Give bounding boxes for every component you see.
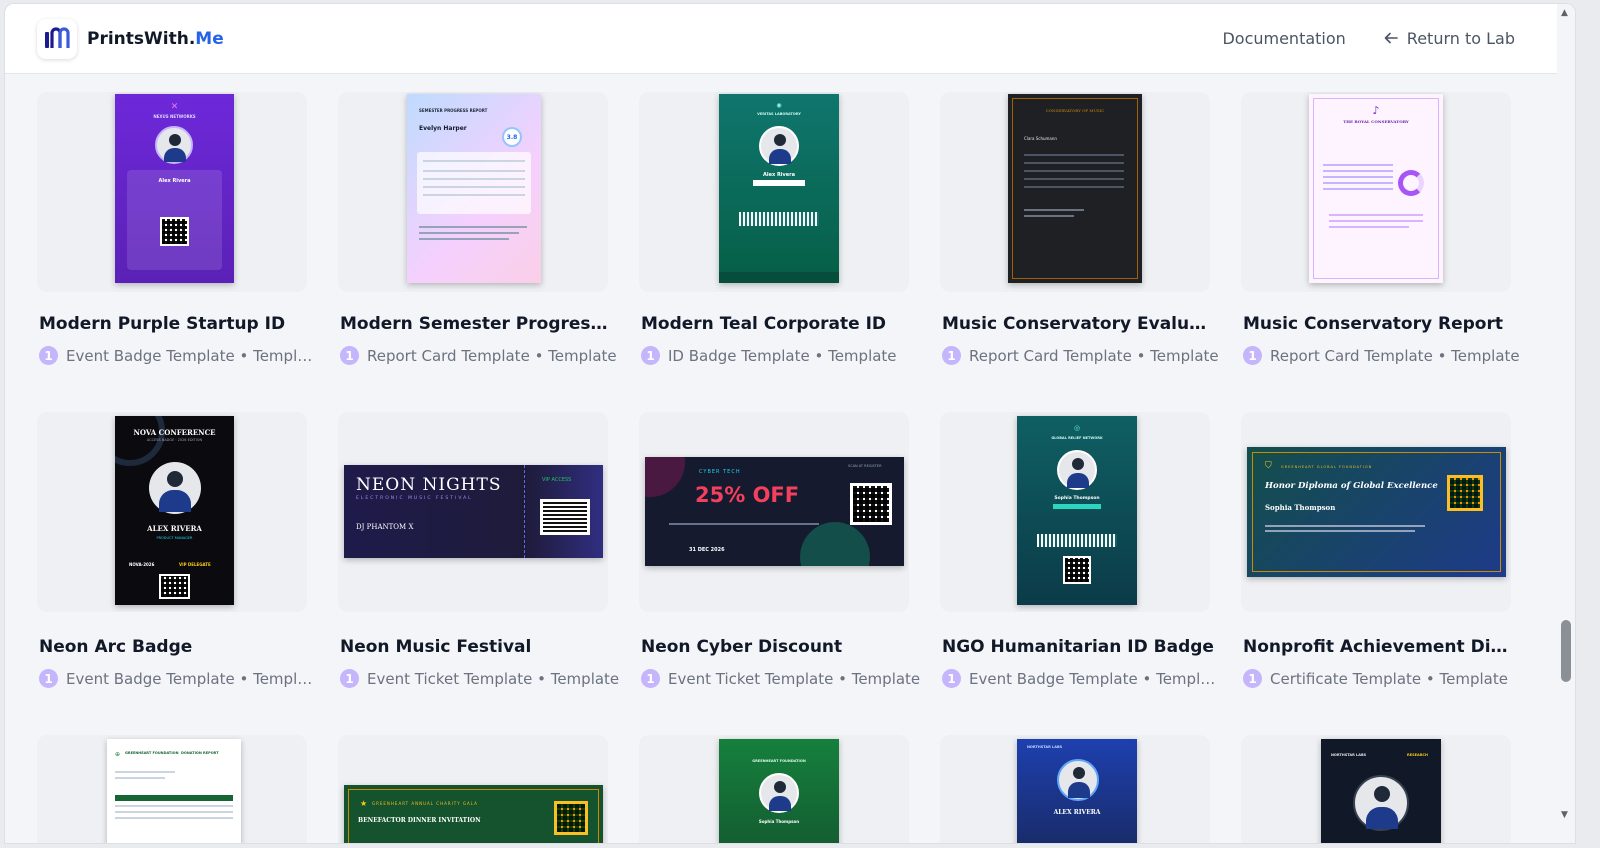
template-preview[interactable]: ◎ GLOBAL RELIEF NETWORK Sophia Thompson (940, 412, 1210, 612)
template-title[interactable]: Nonprofit Achievement Diplo... (1243, 637, 1518, 657)
qr-code-icon (1063, 556, 1091, 584)
nonprofit-diploma-preview: ⛉ GREENHEART GLOBAL FOUNDATION Honor Dip… (1247, 447, 1506, 577)
qr-code-icon (1447, 475, 1483, 511)
conservatory-evaluation-preview: CONSERVATORY OF MUSIC Clara Schumann (1008, 94, 1142, 283)
brand-logo-icon (37, 18, 77, 59)
green-id-badge-preview: GREENHEART FOUNDATION Sophia Thompson (719, 739, 839, 843)
template-title[interactable]: Neon Arc Badge (39, 637, 314, 657)
count-badge: 1 (1243, 346, 1262, 365)
cyber-discount-ticket-preview: CYBER TECH 25% OFF 31 DEC 2026 SCAN AT R… (645, 457, 904, 566)
template-preview[interactable]: CONSERVATORY OF MUSIC Clara Schumann (940, 92, 1210, 292)
template-title[interactable]: Modern Purple Startup ID (39, 314, 314, 334)
template-title[interactable]: NGO Humanitarian ID Badge (942, 637, 1217, 657)
template-meta: 1 Report Card Template • Template (340, 346, 620, 365)
avatar (759, 773, 799, 813)
template-preview[interactable]: NOVA CONFERENCE ACCESS BADGE · 2026 EDIT… (37, 412, 307, 612)
northstar-blue-id-preview: NORTHSTAR LABS ALEX RIVERA (1017, 739, 1137, 843)
count-badge: 1 (1243, 669, 1262, 688)
barcode-icon (1037, 534, 1117, 547)
donation-report-preview: ⊕ GREENHEART FOUNDATION DONATION REPORT (107, 739, 241, 843)
brand[interactable]: PrintsWith.Me (37, 18, 224, 59)
template-title[interactable]: Modern Teal Corporate ID (641, 314, 916, 334)
template-meta: 1 ID Badge Template • Template (641, 346, 921, 365)
template-meta: 1 Event Ticket Template • Template (340, 669, 620, 688)
template-preview[interactable]: ◉ VERITAS LABORATORY Alex Rivera (639, 92, 909, 292)
barcode-icon (540, 499, 590, 535)
count-badge: 1 (39, 669, 58, 688)
avatar (1057, 759, 1099, 801)
template-preview[interactable]: NORTHSTAR LABS RESEARCH (1241, 735, 1511, 843)
count-badge: 1 (641, 669, 660, 688)
template-title[interactable]: Music Conservatory Evaluati... (942, 314, 1217, 334)
template-meta: 1 Event Badge Template • Templa... (942, 669, 1222, 688)
app-window: PrintsWith.Me Documentation Return to La… (4, 3, 1576, 844)
semester-report-preview: SEMESTER PROGRESS REPORT Evelyn Harper 3… (407, 94, 541, 283)
count-badge: 1 (39, 346, 58, 365)
avatar (759, 126, 799, 166)
template-meta: 1 Event Ticket Template • Template (641, 669, 921, 688)
template-preview[interactable]: NEON NIGHTS ELECTRONIC MUSIC FESTIVAL DJ… (338, 412, 608, 612)
template-preview[interactable]: ⛉ GREENHEART GLOBAL FOUNDATION Honor Dip… (1241, 412, 1511, 612)
count-badge: 1 (942, 346, 961, 365)
scrollbar-thumb[interactable] (1561, 620, 1571, 682)
template-preview[interactable]: ⊕ GREENHEART FOUNDATION DONATION REPORT (37, 735, 307, 843)
return-to-lab-label: Return to Lab (1406, 29, 1515, 48)
template-preview[interactable]: SEMESTER PROGRESS REPORT Evelyn Harper 3… (338, 92, 608, 292)
neon-arc-badge-preview: NOVA CONFERENCE ACCESS BADGE · 2026 EDIT… (115, 416, 234, 605)
count-badge: 1 (340, 669, 359, 688)
donut-chart-icon (1398, 170, 1424, 196)
barcode-icon (739, 212, 819, 226)
vertical-scrollbar[interactable]: ▲ ▼ (1557, 4, 1575, 843)
avatar (1057, 450, 1097, 490)
documentation-link[interactable]: Documentation (1222, 29, 1345, 48)
neon-music-ticket-preview: NEON NIGHTS ELECTRONIC MUSIC FESTIVAL DJ… (344, 465, 603, 558)
qr-code-icon (159, 574, 190, 599)
template-title[interactable]: Modern Semester Progress R... (340, 314, 615, 334)
count-badge: 1 (340, 346, 359, 365)
purple-id-badge: ✕ NEXUS NETWORKS Alex Rivera (115, 94, 234, 283)
royal-conservatory-preview: ♪ THE ROYAL CONSERVATORY (1309, 94, 1443, 283)
qr-code-icon (850, 483, 892, 525)
template-preview[interactable]: NORTHSTAR LABS ALEX RIVERA (940, 735, 1210, 843)
avatar (155, 126, 193, 164)
brand-name: PrintsWith.Me (87, 28, 224, 49)
template-meta: 1 Report Card Template • Template (942, 346, 1222, 365)
scroll-up-icon[interactable]: ▲ (1561, 8, 1568, 18)
template-meta: 1 Certificate Template • Template (1243, 669, 1523, 688)
top-navigation-bar: PrintsWith.Me Documentation Return to La… (5, 4, 1575, 74)
template-title[interactable]: Neon Music Festival (340, 637, 615, 657)
teal-id-badge: ◉ VERITAS LABORATORY Alex Rivera (719, 94, 839, 283)
template-title[interactable]: Neon Cyber Discount (641, 637, 916, 657)
ngo-id-badge-preview: ◎ GLOBAL RELIEF NETWORK Sophia Thompson (1017, 416, 1137, 605)
avatar (149, 462, 201, 514)
count-badge: 1 (641, 346, 660, 365)
template-title[interactable]: Music Conservatory Report (1243, 314, 1518, 334)
qr-code-icon (554, 801, 588, 835)
template-meta: 1 Report Card Template • Template (1243, 346, 1523, 365)
return-to-lab-link[interactable]: Return to Lab (1384, 29, 1515, 48)
arrow-left-icon (1384, 29, 1398, 48)
avatar (1353, 775, 1409, 831)
template-preview[interactable]: ✕ NEXUS NETWORKS Alex Rivera (37, 92, 307, 292)
template-meta: 1 Event Badge Template • Templa... (39, 669, 319, 688)
template-preview[interactable]: CYBER TECH 25% OFF 31 DEC 2026 SCAN AT R… (639, 412, 909, 612)
template-grid: ✕ NEXUS NETWORKS Alex Rivera Modern Purp… (37, 4, 1547, 843)
qr-code-icon (160, 217, 189, 246)
template-preview[interactable]: GREENHEART FOUNDATION Sophia Thompson (639, 735, 909, 843)
template-meta: 1 Event Badge Template • Templa... (39, 346, 319, 365)
template-preview[interactable]: ♪ THE ROYAL CONSERVATORY (1241, 92, 1511, 292)
charity-gala-invitation-preview: ★ GREENHEART ANNUAL CHARITY GALA BENEFAC… (344, 785, 603, 843)
count-badge: 1 (942, 669, 961, 688)
template-preview[interactable]: ★ GREENHEART ANNUAL CHARITY GALA BENEFAC… (338, 735, 608, 843)
scroll-down-icon[interactable]: ▼ (1561, 810, 1568, 820)
northstar-dark-id-preview: NORTHSTAR LABS RESEARCH (1321, 739, 1441, 843)
header-nav: Documentation Return to Lab (1222, 29, 1515, 48)
